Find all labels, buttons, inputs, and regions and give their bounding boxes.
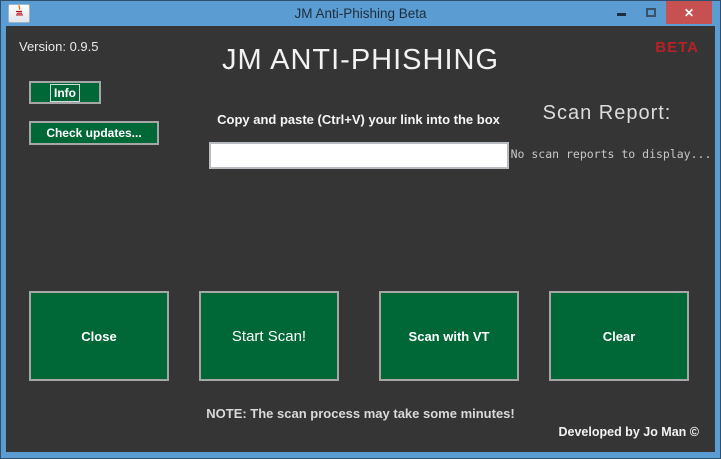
scan-report-heading: Scan Report: (542, 102, 672, 124)
info-button-label: Info (50, 83, 80, 102)
scan-note: NOTE: The scan process may take some min… (206, 406, 515, 421)
minimize-icon (616, 13, 626, 16)
scan-with-vt-button[interactable]: Scan with VT (379, 291, 519, 381)
window-close-button[interactable]: ✕ (666, 1, 712, 24)
app-window: JM Anti-Phishing Beta ✕ Version: 0.9.5 B… (0, 0, 721, 459)
close-button-label: Close (81, 328, 117, 344)
start-scan-button[interactable]: Start Scan! (199, 291, 339, 381)
paste-link-instruction: Copy and paste (Ctrl+V) your link into t… (217, 112, 500, 127)
scan-with-vt-label: Scan with VT (408, 328, 490, 344)
maximize-icon (646, 8, 656, 17)
check-updates-button[interactable]: Check updates... (29, 121, 159, 145)
check-updates-label: Check updates... (46, 126, 142, 140)
minimize-button[interactable] (606, 1, 636, 24)
clear-button-label: Clear (602, 328, 636, 344)
main-content: Version: 0.9.5 BETA JM ANTI-PHISHING Inf… (6, 26, 715, 452)
clear-button[interactable]: Clear (549, 291, 689, 381)
start-scan-label: Start Scan! (231, 327, 307, 345)
window-controls: ✕ (606, 1, 712, 26)
close-icon: ✕ (683, 5, 695, 20)
title-bar[interactable]: JM Anti-Phishing Beta ✕ (1, 1, 720, 26)
developer-credit: Developed by Jo Man © (558, 425, 700, 439)
maximize-button[interactable] (636, 1, 666, 24)
app-title: JM ANTI-PHISHING (221, 44, 499, 76)
close-button[interactable]: Close (29, 291, 169, 381)
link-input[interactable] (209, 142, 509, 169)
scan-report-empty-text: No scan reports to display... (510, 147, 712, 161)
info-button[interactable]: Info (29, 81, 101, 104)
